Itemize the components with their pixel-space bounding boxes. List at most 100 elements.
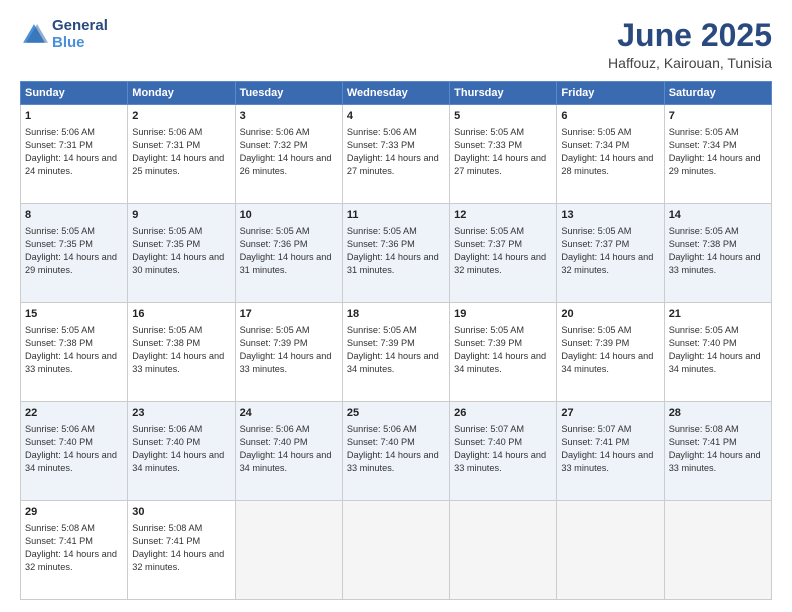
day-info: Sunrise: 5:05 AMSunset: 7:35 PMDaylight:… bbox=[25, 225, 123, 277]
logo-text: General Blue bbox=[52, 18, 108, 51]
day-cell bbox=[664, 501, 771, 600]
calendar-row: 1Sunrise: 5:06 AMSunset: 7:31 PMDaylight… bbox=[21, 105, 772, 204]
day-info: Sunrise: 5:06 AMSunset: 7:31 PMDaylight:… bbox=[25, 126, 123, 178]
day-cell: 20Sunrise: 5:05 AMSunset: 7:39 PMDayligh… bbox=[557, 303, 664, 402]
calendar-row: 8Sunrise: 5:05 AMSunset: 7:35 PMDaylight… bbox=[21, 204, 772, 303]
day-number: 21 bbox=[669, 307, 767, 323]
header-saturday: Saturday bbox=[664, 82, 771, 105]
day-cell: 2Sunrise: 5:06 AMSunset: 7:31 PMDaylight… bbox=[128, 105, 235, 204]
day-cell: 28Sunrise: 5:08 AMSunset: 7:41 PMDayligh… bbox=[664, 402, 771, 501]
day-number: 29 bbox=[25, 505, 123, 521]
day-cell: 24Sunrise: 5:06 AMSunset: 7:40 PMDayligh… bbox=[235, 402, 342, 501]
calendar-row: 15Sunrise: 5:05 AMSunset: 7:38 PMDayligh… bbox=[21, 303, 772, 402]
location: Haffouz, Kairouan, Tunisia bbox=[608, 55, 772, 71]
day-number: 6 bbox=[561, 109, 659, 125]
day-cell: 27Sunrise: 5:07 AMSunset: 7:41 PMDayligh… bbox=[557, 402, 664, 501]
day-cell: 16Sunrise: 5:05 AMSunset: 7:38 PMDayligh… bbox=[128, 303, 235, 402]
day-cell: 30Sunrise: 5:08 AMSunset: 7:41 PMDayligh… bbox=[128, 501, 235, 600]
day-info: Sunrise: 5:05 AMSunset: 7:33 PMDaylight:… bbox=[454, 126, 552, 178]
logo: General Blue bbox=[20, 18, 108, 51]
day-number: 24 bbox=[240, 406, 338, 422]
calendar-row: 29Sunrise: 5:08 AMSunset: 7:41 PMDayligh… bbox=[21, 501, 772, 600]
month-title: June 2025 bbox=[608, 18, 772, 53]
header-monday: Monday bbox=[128, 82, 235, 105]
day-cell: 26Sunrise: 5:07 AMSunset: 7:40 PMDayligh… bbox=[450, 402, 557, 501]
day-number: 17 bbox=[240, 307, 338, 323]
day-number: 30 bbox=[132, 505, 230, 521]
day-number: 23 bbox=[132, 406, 230, 422]
day-number: 13 bbox=[561, 208, 659, 224]
day-cell: 11Sunrise: 5:05 AMSunset: 7:36 PMDayligh… bbox=[342, 204, 449, 303]
day-info: Sunrise: 5:05 AMSunset: 7:39 PMDaylight:… bbox=[347, 324, 445, 376]
header-tuesday: Tuesday bbox=[235, 82, 342, 105]
header-friday: Friday bbox=[557, 82, 664, 105]
day-cell: 18Sunrise: 5:05 AMSunset: 7:39 PMDayligh… bbox=[342, 303, 449, 402]
day-info: Sunrise: 5:06 AMSunset: 7:32 PMDaylight:… bbox=[240, 126, 338, 178]
day-info: Sunrise: 5:06 AMSunset: 7:40 PMDaylight:… bbox=[240, 423, 338, 475]
day-number: 16 bbox=[132, 307, 230, 323]
day-info: Sunrise: 5:05 AMSunset: 7:36 PMDaylight:… bbox=[240, 225, 338, 277]
day-cell: 19Sunrise: 5:05 AMSunset: 7:39 PMDayligh… bbox=[450, 303, 557, 402]
day-number: 19 bbox=[454, 307, 552, 323]
day-info: Sunrise: 5:05 AMSunset: 7:34 PMDaylight:… bbox=[669, 126, 767, 178]
day-number: 2 bbox=[132, 109, 230, 125]
day-info: Sunrise: 5:05 AMSunset: 7:40 PMDaylight:… bbox=[669, 324, 767, 376]
title-block: June 2025 Haffouz, Kairouan, Tunisia bbox=[608, 18, 772, 71]
day-cell: 15Sunrise: 5:05 AMSunset: 7:38 PMDayligh… bbox=[21, 303, 128, 402]
day-info: Sunrise: 5:05 AMSunset: 7:39 PMDaylight:… bbox=[454, 324, 552, 376]
day-number: 28 bbox=[669, 406, 767, 422]
day-cell: 14Sunrise: 5:05 AMSunset: 7:38 PMDayligh… bbox=[664, 204, 771, 303]
day-cell: 8Sunrise: 5:05 AMSunset: 7:35 PMDaylight… bbox=[21, 204, 128, 303]
day-cell: 21Sunrise: 5:05 AMSunset: 7:40 PMDayligh… bbox=[664, 303, 771, 402]
day-info: Sunrise: 5:06 AMSunset: 7:40 PMDaylight:… bbox=[347, 423, 445, 475]
day-info: Sunrise: 5:05 AMSunset: 7:37 PMDaylight:… bbox=[561, 225, 659, 277]
day-cell: 17Sunrise: 5:05 AMSunset: 7:39 PMDayligh… bbox=[235, 303, 342, 402]
header: General Blue June 2025 Haffouz, Kairouan… bbox=[20, 18, 772, 71]
day-number: 18 bbox=[347, 307, 445, 323]
day-info: Sunrise: 5:05 AMSunset: 7:36 PMDaylight:… bbox=[347, 225, 445, 277]
calendar-table: Sunday Monday Tuesday Wednesday Thursday… bbox=[20, 81, 772, 600]
day-info: Sunrise: 5:08 AMSunset: 7:41 PMDaylight:… bbox=[25, 522, 123, 574]
day-number: 7 bbox=[669, 109, 767, 125]
header-sunday: Sunday bbox=[21, 82, 128, 105]
day-cell bbox=[557, 501, 664, 600]
day-info: Sunrise: 5:08 AMSunset: 7:41 PMDaylight:… bbox=[132, 522, 230, 574]
weekday-header-row: Sunday Monday Tuesday Wednesday Thursday… bbox=[21, 82, 772, 105]
day-info: Sunrise: 5:06 AMSunset: 7:40 PMDaylight:… bbox=[132, 423, 230, 475]
day-info: Sunrise: 5:06 AMSunset: 7:40 PMDaylight:… bbox=[25, 423, 123, 475]
header-wednesday: Wednesday bbox=[342, 82, 449, 105]
day-cell: 29Sunrise: 5:08 AMSunset: 7:41 PMDayligh… bbox=[21, 501, 128, 600]
day-cell: 12Sunrise: 5:05 AMSunset: 7:37 PMDayligh… bbox=[450, 204, 557, 303]
day-cell bbox=[450, 501, 557, 600]
header-thursday: Thursday bbox=[450, 82, 557, 105]
day-cell: 22Sunrise: 5:06 AMSunset: 7:40 PMDayligh… bbox=[21, 402, 128, 501]
day-cell: 9Sunrise: 5:05 AMSunset: 7:35 PMDaylight… bbox=[128, 204, 235, 303]
day-info: Sunrise: 5:06 AMSunset: 7:33 PMDaylight:… bbox=[347, 126, 445, 178]
day-cell: 10Sunrise: 5:05 AMSunset: 7:36 PMDayligh… bbox=[235, 204, 342, 303]
day-info: Sunrise: 5:05 AMSunset: 7:38 PMDaylight:… bbox=[25, 324, 123, 376]
day-number: 25 bbox=[347, 406, 445, 422]
day-number: 26 bbox=[454, 406, 552, 422]
day-info: Sunrise: 5:05 AMSunset: 7:38 PMDaylight:… bbox=[669, 225, 767, 277]
day-info: Sunrise: 5:05 AMSunset: 7:39 PMDaylight:… bbox=[561, 324, 659, 376]
page: General Blue June 2025 Haffouz, Kairouan… bbox=[0, 0, 792, 612]
day-cell: 3Sunrise: 5:06 AMSunset: 7:32 PMDaylight… bbox=[235, 105, 342, 204]
calendar-row: 22Sunrise: 5:06 AMSunset: 7:40 PMDayligh… bbox=[21, 402, 772, 501]
day-number: 20 bbox=[561, 307, 659, 323]
day-cell: 13Sunrise: 5:05 AMSunset: 7:37 PMDayligh… bbox=[557, 204, 664, 303]
day-cell: 25Sunrise: 5:06 AMSunset: 7:40 PMDayligh… bbox=[342, 402, 449, 501]
day-number: 15 bbox=[25, 307, 123, 323]
day-info: Sunrise: 5:07 AMSunset: 7:40 PMDaylight:… bbox=[454, 423, 552, 475]
day-number: 27 bbox=[561, 406, 659, 422]
day-number: 9 bbox=[132, 208, 230, 224]
day-cell: 4Sunrise: 5:06 AMSunset: 7:33 PMDaylight… bbox=[342, 105, 449, 204]
day-info: Sunrise: 5:05 AMSunset: 7:37 PMDaylight:… bbox=[454, 225, 552, 277]
day-number: 3 bbox=[240, 109, 338, 125]
day-info: Sunrise: 5:08 AMSunset: 7:41 PMDaylight:… bbox=[669, 423, 767, 475]
day-cell: 6Sunrise: 5:05 AMSunset: 7:34 PMDaylight… bbox=[557, 105, 664, 204]
day-cell: 7Sunrise: 5:05 AMSunset: 7:34 PMDaylight… bbox=[664, 105, 771, 204]
day-info: Sunrise: 5:07 AMSunset: 7:41 PMDaylight:… bbox=[561, 423, 659, 475]
day-number: 22 bbox=[25, 406, 123, 422]
day-number: 14 bbox=[669, 208, 767, 224]
day-info: Sunrise: 5:05 AMSunset: 7:35 PMDaylight:… bbox=[132, 225, 230, 277]
